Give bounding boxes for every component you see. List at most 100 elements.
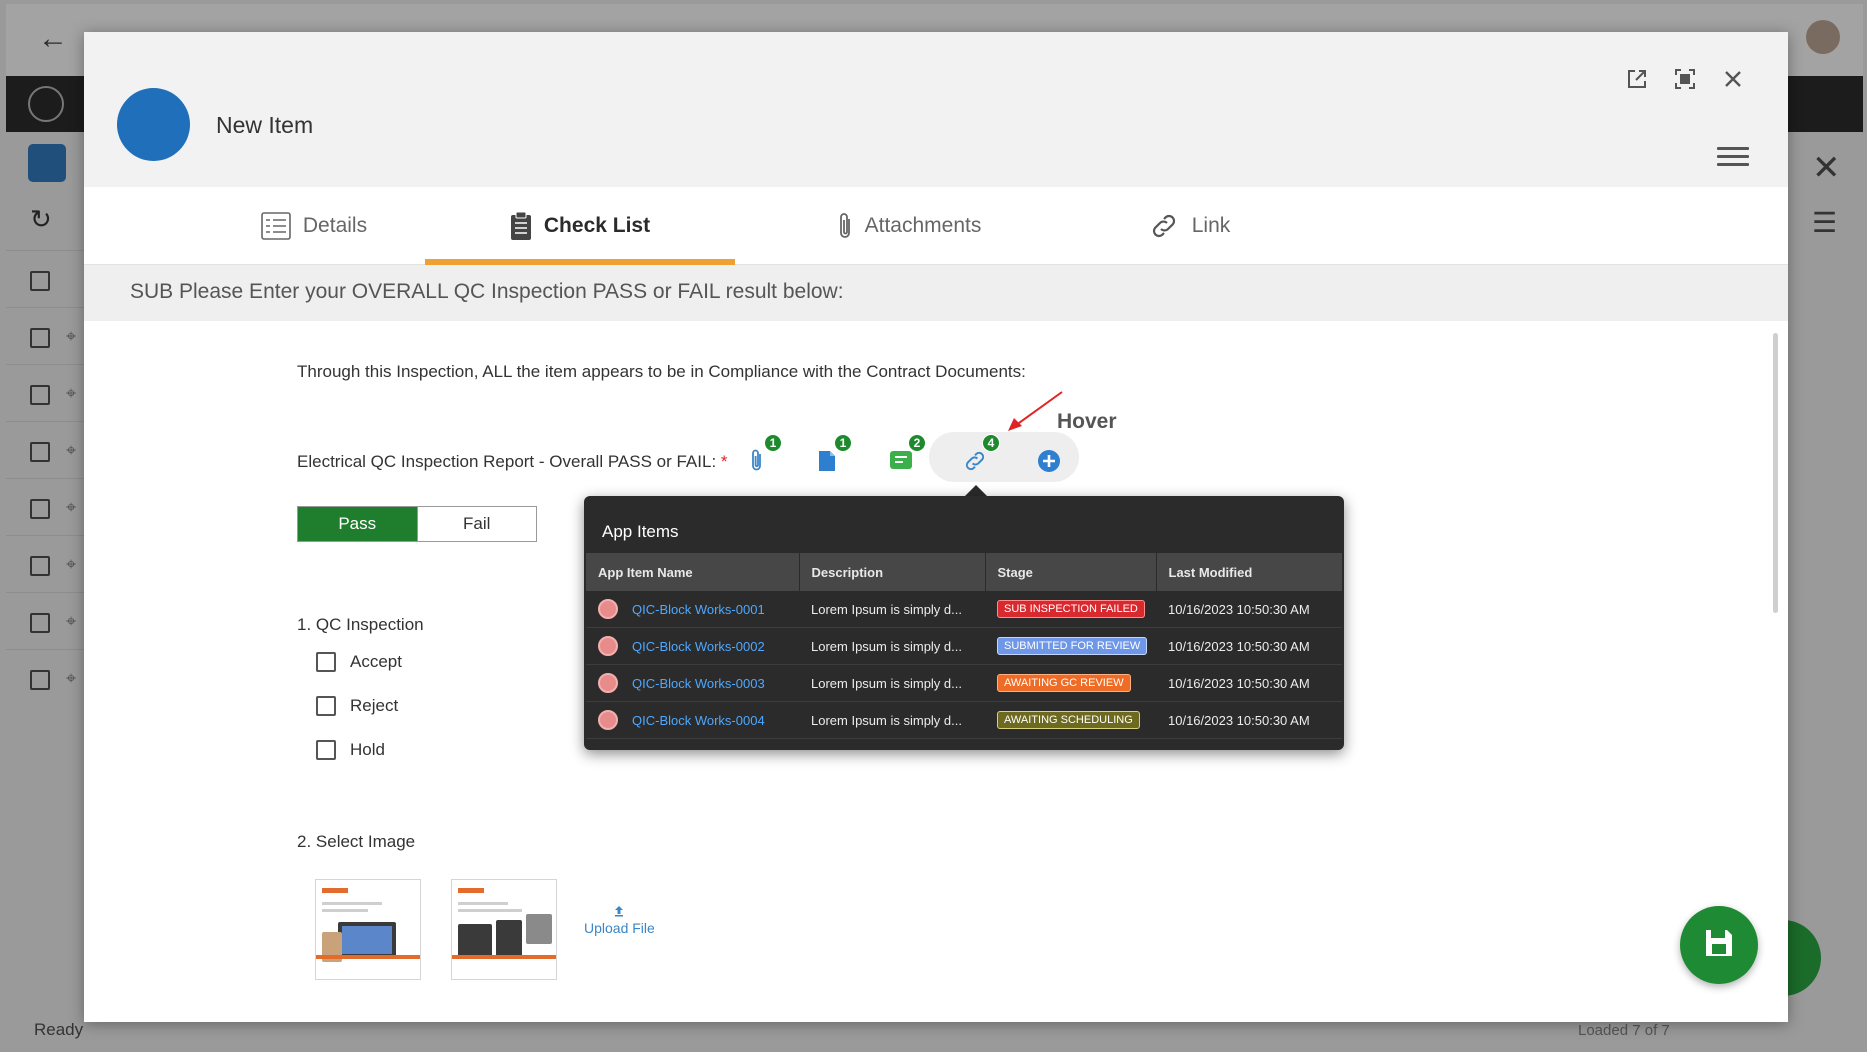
- modified-cell: 10/16/2023 10:50:30 AM: [1156, 664, 1342, 702]
- link-icon: [962, 450, 988, 477]
- link-icon: [1148, 214, 1180, 238]
- stage-cell: SUB INSPECTION FAILED: [985, 591, 1156, 628]
- background-checkbox: [30, 271, 50, 291]
- select-image-title: 2. Select Image: [297, 832, 416, 851]
- column-header: Stage: [985, 553, 1157, 591]
- app-item-link[interactable]: QIC-Block Works-0002: [632, 639, 765, 654]
- open-external-icon[interactable]: [1620, 62, 1654, 96]
- scrollbar[interactable]: [1773, 333, 1778, 613]
- comment-count-button[interactable]: 2: [884, 434, 926, 480]
- location-pin-icon: ⌖: [66, 554, 77, 574]
- description-cell: Lorem Ipsum is simply d...: [799, 701, 985, 739]
- upload-file-button[interactable]: Upload File: [584, 904, 655, 936]
- background-row: [6, 250, 86, 307]
- column-header: App Item Name: [586, 553, 800, 591]
- plus-circle-icon: [1037, 449, 1061, 478]
- checkbox[interactable]: [316, 696, 336, 716]
- close-icon[interactable]: [1716, 62, 1750, 96]
- image-thumbnail[interactable]: [451, 879, 557, 980]
- location-pin-icon: ⌖: [66, 440, 77, 460]
- name-cell: QIC-Block Works-0004: [586, 701, 799, 739]
- stage-cell: SUBMITTED FOR REVIEW: [985, 627, 1156, 665]
- pass-button[interactable]: Pass: [298, 507, 417, 541]
- name-cell: QIC-Block Works-0003: [586, 664, 799, 702]
- background-row: ⌖: [6, 592, 86, 649]
- table-row[interactable]: QIC-Block Works-0004 Lorem Ipsum is simp…: [586, 701, 1342, 739]
- clipboard-icon: [510, 211, 532, 241]
- save-button[interactable]: [1680, 906, 1758, 984]
- status-ready: Ready: [34, 1020, 84, 1039]
- fail-button[interactable]: Fail: [416, 507, 536, 541]
- checkbox-reject[interactable]: Reject: [316, 696, 398, 716]
- checkbox[interactable]: [316, 740, 336, 760]
- modal-header: New Item: [84, 32, 1788, 187]
- upload-file-label: Upload File: [584, 920, 655, 936]
- checkbox-label: Reject: [350, 696, 399, 715]
- add-link-button[interactable]: [1032, 446, 1066, 480]
- table-row[interactable]: QIC-Block Works-0002 Lorem Ipsum is simp…: [586, 627, 1342, 665]
- pass-fail-toggle: Pass Fail: [297, 506, 537, 542]
- modified-cell: 10/16/2023 10:50:30 AM: [1156, 627, 1342, 665]
- loaded-count: Loaded 7 of 7: [1578, 1022, 1670, 1039]
- save-icon: [1704, 928, 1734, 963]
- app-item-link[interactable]: QIC-Block Works-0001: [632, 602, 765, 617]
- tab-label: Link: [1191, 214, 1231, 237]
- location-pin-icon: ⌖: [66, 383, 77, 403]
- table-row[interactable]: QIC-Block Works-0001 Lorem Ipsum is simp…: [586, 591, 1342, 628]
- location-pin-icon: ⌖: [66, 326, 77, 346]
- menu-icon[interactable]: [1717, 142, 1749, 170]
- document-icon: [818, 450, 836, 477]
- document-count-badge: 1: [834, 434, 852, 452]
- tab-label: Attachments: [864, 214, 982, 237]
- location-pin-icon: ⌖: [66, 668, 77, 688]
- attachment-count-button[interactable]: 1: [740, 434, 782, 480]
- upload-icon: [614, 904, 624, 920]
- attachment-count-badge: 1: [764, 434, 782, 452]
- background-row: ⌖: [6, 478, 86, 535]
- tab-link[interactable]: Link: [1114, 187, 1264, 265]
- tab-details[interactable]: Details: [214, 187, 414, 265]
- background-row: ⌖: [6, 535, 86, 592]
- table-row[interactable]: QIC-Block Works-0003 Lorem Ipsum is simp…: [586, 664, 1342, 702]
- tab-attachments[interactable]: Attachments: [789, 187, 1029, 265]
- stage-badge: SUBMITTED FOR REVIEW: [997, 637, 1148, 655]
- background-row: ⌖: [6, 649, 86, 706]
- comment-count-badge: 2: [908, 434, 926, 452]
- tab-label: Details: [302, 214, 368, 237]
- link-count-button[interactable]: 4: [958, 434, 1000, 480]
- list-icon: [261, 212, 291, 240]
- paperclip-icon: [837, 211, 853, 241]
- stage-badge: AWAITING GC REVIEW: [997, 674, 1131, 692]
- back-arrow-icon: ←: [38, 22, 68, 55]
- name-cell: QIC-Block Works-0001: [586, 591, 799, 628]
- stage-cell: AWAITING SCHEDULING: [985, 701, 1156, 739]
- background-close-icon: ✕: [1812, 149, 1841, 187]
- paperclip-icon: [750, 448, 764, 479]
- app-item-link[interactable]: QIC-Block Works-0004: [632, 713, 765, 728]
- app-items-table: App Item Name Description Stage Last Mod…: [586, 553, 1342, 739]
- description-cell: Lorem Ipsum is simply d...: [799, 664, 985, 702]
- fullscreen-icon[interactable]: [1668, 62, 1702, 96]
- checkbox-accept[interactable]: Accept: [316, 652, 402, 672]
- document-count-button[interactable]: 1: [810, 434, 852, 480]
- required-mark: *: [720, 452, 728, 471]
- tab-bar: Details Check List Attachments Link: [84, 187, 1788, 265]
- background-checkbox: [30, 613, 50, 633]
- checkbox-label: Hold: [350, 740, 385, 759]
- item-avatar-icon: [598, 673, 618, 693]
- checkbox[interactable]: [316, 652, 336, 672]
- stage-badge: SUB INSPECTION FAILED: [997, 600, 1145, 618]
- background-checkbox: [30, 556, 50, 576]
- background-row: ⌖: [6, 364, 86, 421]
- new-item-modal: New Item Details Check List Attachments …: [84, 32, 1788, 1022]
- background-checkbox: [30, 670, 50, 690]
- link-count-badge: 4: [982, 434, 1000, 452]
- checkbox-hold[interactable]: Hold: [316, 740, 385, 760]
- image-thumbnail[interactable]: [315, 879, 421, 980]
- item-avatar-icon: [598, 636, 618, 656]
- comment-icon: [889, 450, 913, 477]
- tab-check-list[interactable]: Check List: [425, 187, 735, 265]
- tab-label: Check List: [543, 214, 651, 237]
- app-item-link[interactable]: QIC-Block Works-0003: [632, 676, 765, 691]
- location-pin-icon: ⌖: [66, 497, 77, 517]
